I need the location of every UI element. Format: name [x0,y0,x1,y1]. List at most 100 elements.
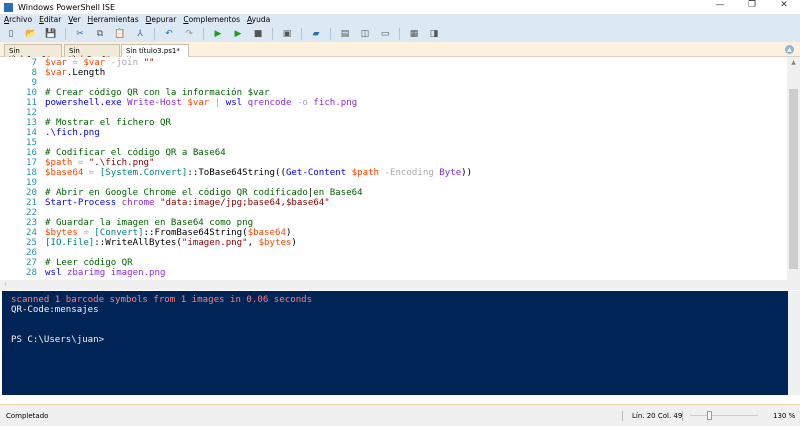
save-icon[interactable]: 💾 [45,28,57,40]
show-script-right-icon[interactable]: ◫ [359,28,371,40]
code-token-cmd: Start-Process [45,198,117,208]
line-number: 23 [26,218,37,228]
minimize-button[interactable]: — [704,0,736,10]
console-pane[interactable]: scanned 1 barcode symbols from 1 images … [2,291,788,395]
line-number: 13 [26,118,37,128]
copy-icon[interactable]: ⧉ [94,28,106,40]
code-token-op: | [209,98,226,108]
code-line[interactable]: [IO.File]::WriteAllBytes("imagen.png", $… [45,238,297,248]
show-script-max-icon[interactable]: ▭ [379,28,391,40]
console-line: PS C:\Users\juan> [11,335,105,345]
line-number: 18 [26,168,37,178]
line-number: 25 [26,238,37,248]
show-addon-icon[interactable]: ◨ [428,28,440,40]
new-file-icon[interactable]: ▯ [5,28,17,40]
code-line[interactable]: # Codificar el código QR a Base64 [45,148,226,158]
zoom-slider[interactable] [690,415,758,416]
show-script-top-icon[interactable]: ▤ [339,28,351,40]
close-button[interactable]: ✕ [768,0,800,10]
cut-icon[interactable]: ✂ [74,28,86,40]
undo-icon[interactable]: ↶ [163,28,175,40]
start-powershell-icon[interactable]: ▰ [310,28,322,40]
zoom-slider-handle[interactable] [707,411,712,420]
code-token-var: $path [351,168,380,178]
menu-editar[interactable]: Editar [39,15,61,24]
stop-icon[interactable]: ■ [252,28,264,40]
toolbar-separator [154,27,155,40]
tab-sin-titulo3[interactable]: Sin título3.ps1* ✕ [121,44,189,63]
divider [622,410,623,421]
editor-horizontal-scrollbar[interactable]: ‹ [0,280,800,290]
code-line[interactable]: # Abrir en Google Chrome el código QR co… [45,188,363,198]
open-folder-icon[interactable]: 📂 [25,28,37,40]
line-number: 16 [26,148,37,158]
collapse-pane-button[interactable]: ▲ [785,45,794,54]
console-scrollbar[interactable] [788,291,800,395]
show-commands-icon[interactable]: ▦ [408,28,420,40]
code-line[interactable]: # Leer código QR [45,258,133,268]
line-number: 9 [31,78,37,88]
line-number: 27 [26,258,37,268]
code-token-op: = [77,228,95,238]
redo-icon[interactable]: ↷ [183,28,195,40]
code-line[interactable]: $path = ".\fich.png" [45,158,155,168]
code-token-op: = [66,58,84,68]
code-line[interactable]: wsl zbarimg imagen.png [45,268,165,278]
code-line[interactable]: Start-Process chrome "data:image/jpg;bas… [45,198,330,208]
code-line[interactable]: .\fich.png [45,128,100,138]
code-token-com: # Mostrar el fichero QR [45,118,171,128]
status-bar: Completado Lín. 20 Col. 49 130 % [0,404,800,426]
code-token-com: # Guardar la imagen en Base64 como png [45,218,254,228]
console-line: scanned 1 barcode symbols from 1 images … [11,295,313,305]
divider [682,410,683,421]
line-number: 20 [26,188,37,198]
menu-complementos[interactable]: Complementos [183,15,240,24]
line-number: 8 [31,68,37,78]
remote-powershell-icon[interactable]: ▣ [281,28,293,40]
code-token-cmd: wsl [225,98,243,108]
menu-ver[interactable]: Ver [68,15,80,24]
editor-vertical-scrollbar[interactable]: ▲ [787,57,800,280]
code-line[interactable]: $var = $var -join "" [45,58,155,68]
code-line[interactable]: $var.Length [45,68,105,78]
console-line: QR-Code:mensajes [11,305,99,315]
code-line[interactable]: powershell.exe Write-Host $var | wsl qre… [45,98,357,108]
paste-icon[interactable]: 📋 [114,28,126,40]
menu-archivo[interactable]: Archivo [4,15,32,24]
code-token-arg: fich.png [313,98,358,108]
scroll-up-icon[interactable]: ▲ [787,59,800,66]
menu-bar: Archivo Editar Ver Herramientas Depurar Compl… [0,14,800,25]
menu-depurar[interactable]: Depurar [146,15,177,24]
code-token-str: "imagen.png" [181,238,248,248]
code-token-mem: )) [461,168,473,178]
code-token-mem: ::WriteAllBytes( [94,238,182,248]
code-line[interactable]: # Crear código QR con la información $va… [45,88,269,98]
toolbar-separator [272,27,273,40]
menu-ayuda[interactable]: Ayuda [247,15,270,24]
code-token-arg: chrome [121,198,155,208]
code-line[interactable]: $bytes = [Convert]::FromBase64String($ba… [45,228,291,238]
toolbar-separator [301,27,302,40]
line-number: 19 [26,178,37,188]
clear-console-icon[interactable]: ⅄ [134,28,146,40]
title-bar: Windows PowerShell ISE — ❐ ✕ [0,0,800,14]
script-editor[interactable]: 7 $var = $var -join "" 8 $var.Length 9 10 # Cr… [0,57,787,280]
code-line[interactable]: # Mostrar el fichero QR [45,118,171,128]
run-selection-icon[interactable]: ▶ [232,28,244,40]
code-token-var: $var [45,68,67,78]
code-line[interactable]: $base64 = [System.Convert]::ToBase64Stri… [45,168,472,178]
code-token-mem: ) [291,238,297,248]
tab-sin-titulo2[interactable]: Sin título2.ps1* [64,44,120,63]
line-number: 21 [26,198,37,208]
scrollbar-thumb[interactable] [789,89,798,269]
menu-herramientas[interactable]: Herramientas [88,15,139,24]
tab-sin-titulo1[interactable]: Sin título1.ps1* [4,44,62,63]
code-token-var: $path [45,158,73,168]
run-script-icon[interactable]: ▶ [212,28,224,40]
restore-button[interactable]: ❐ [736,0,768,10]
line-number: 24 [26,228,37,238]
code-line[interactable]: # Guardar la imagen en Base64 como png [45,218,253,228]
code-token-op: = [83,168,100,178]
